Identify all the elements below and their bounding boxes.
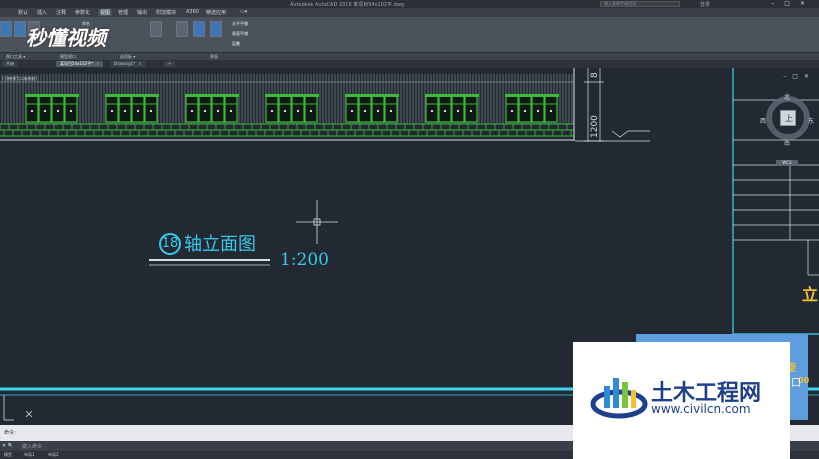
document-tabs: 开始 某项目54x102平* × Drawing1* × + bbox=[0, 60, 819, 68]
view-cube-face[interactable]: 上 bbox=[780, 110, 796, 126]
command-input[interactable]: 键入命令 bbox=[22, 443, 42, 450]
viewport-config-button[interactable] bbox=[150, 21, 162, 37]
watermark-logo-left: 秒懂视频 bbox=[26, 26, 106, 50]
switch-window-button[interactable] bbox=[176, 21, 188, 37]
tile-vertical-button[interactable]: 垂直平铺 bbox=[232, 31, 248, 37]
view-cube-button[interactable] bbox=[14, 21, 26, 37]
ribbon-toggle-icon[interactable]: ▭▾ bbox=[240, 9, 247, 15]
tab-home[interactable]: 默认 bbox=[18, 9, 28, 16]
sign-in-link[interactable]: 登录 bbox=[700, 1, 710, 8]
compass-east[interactable]: 东 bbox=[808, 116, 814, 125]
file-tabs-button[interactable] bbox=[193, 21, 205, 37]
watermark-url: www.civilcn.com bbox=[651, 402, 751, 416]
tab-view[interactable]: 视图 bbox=[98, 9, 113, 16]
close-icon[interactable]: × bbox=[96, 61, 99, 66]
new-tab-button[interactable]: + bbox=[164, 61, 176, 67]
close-icon[interactable]: ✕ 🔍 bbox=[2, 443, 14, 449]
view-cube[interactable]: 上 北 南 东 西 bbox=[760, 90, 816, 147]
panel-text-2: 口 bbox=[791, 378, 801, 389]
model-tab[interactable]: 模型 bbox=[4, 452, 12, 458]
dimension-8: 8 bbox=[590, 72, 600, 78]
layout2-tab[interactable]: 布局2 bbox=[48, 452, 59, 458]
close-icon[interactable]: × bbox=[138, 61, 141, 66]
tab-manage[interactable]: 管理 bbox=[118, 9, 128, 16]
dimension-1200: 1200 bbox=[590, 115, 600, 138]
side-title-fragment: 立 bbox=[802, 285, 819, 304]
tab-insert[interactable]: 插入 bbox=[37, 9, 47, 16]
compass-south[interactable]: 南 bbox=[784, 138, 790, 147]
elevation-title: 轴立面图 bbox=[184, 234, 256, 255]
doc-tab-current[interactable]: 某项目54x102平* × bbox=[56, 61, 104, 67]
search-input[interactable]: 键入关键字或短语 bbox=[600, 1, 680, 7]
viewport-controls-label[interactable]: [-][俯视][二维线框] bbox=[2, 76, 37, 82]
wcs-menu[interactable]: WCS bbox=[776, 160, 798, 166]
tab-addins[interactable]: 附加模块 bbox=[156, 9, 176, 16]
viewport-window-controls[interactable]: –□✕ bbox=[783, 73, 815, 80]
doc-tab-start[interactable]: 开始 bbox=[2, 61, 18, 67]
ribbon-panel-titles: 视口工具 ▾ 模型视口 选项板 ▾ 界面 bbox=[0, 53, 819, 60]
scale-label: 1:200 bbox=[280, 250, 329, 270]
ucs-icon-button[interactable] bbox=[0, 21, 12, 37]
window-title: Autodesk AutoCAD 2018 某项目54x102平.dwg bbox=[290, 2, 405, 8]
watermark-logo-icon bbox=[590, 378, 648, 419]
window-controls[interactable]: –□✕ bbox=[771, 0, 815, 7]
tab-a360[interactable]: A360 bbox=[186, 9, 199, 15]
tab-annotate[interactable]: 注释 bbox=[56, 9, 66, 16]
layout-tabs-button[interactable] bbox=[210, 21, 222, 37]
tab-featured-apps[interactable]: 精选应用 bbox=[206, 9, 226, 16]
cascade-button[interactable]: 层叠 bbox=[232, 41, 240, 47]
ribbon-tabs: 默认 插入 注释 参数化 视图 管理 输出 附加模块 A360 精选应用 ▭▾ bbox=[0, 8, 819, 17]
title-bar: Autodesk AutoCAD 2018 某项目54x102平.dwg 键入关… bbox=[0, 0, 819, 8]
tile-horizontal-button[interactable]: 水平平铺 bbox=[232, 21, 248, 27]
tab-output[interactable]: 输出 bbox=[137, 9, 147, 16]
ribbon-panel: 水平平铺 垂直平铺 层叠 命名 合并 bbox=[0, 17, 819, 53]
axis-number-bubble: 18 bbox=[159, 233, 181, 255]
tab-parametric[interactable]: 参数化 bbox=[75, 9, 90, 16]
doc-tab-drawing1[interactable]: Drawing1* × bbox=[110, 61, 146, 67]
layout1-tab[interactable]: 布局1 bbox=[24, 452, 35, 458]
compass-north[interactable]: 北 bbox=[784, 92, 790, 101]
compass-west[interactable]: 西 bbox=[760, 116, 766, 125]
command-history-line: 命令: bbox=[4, 430, 16, 436]
